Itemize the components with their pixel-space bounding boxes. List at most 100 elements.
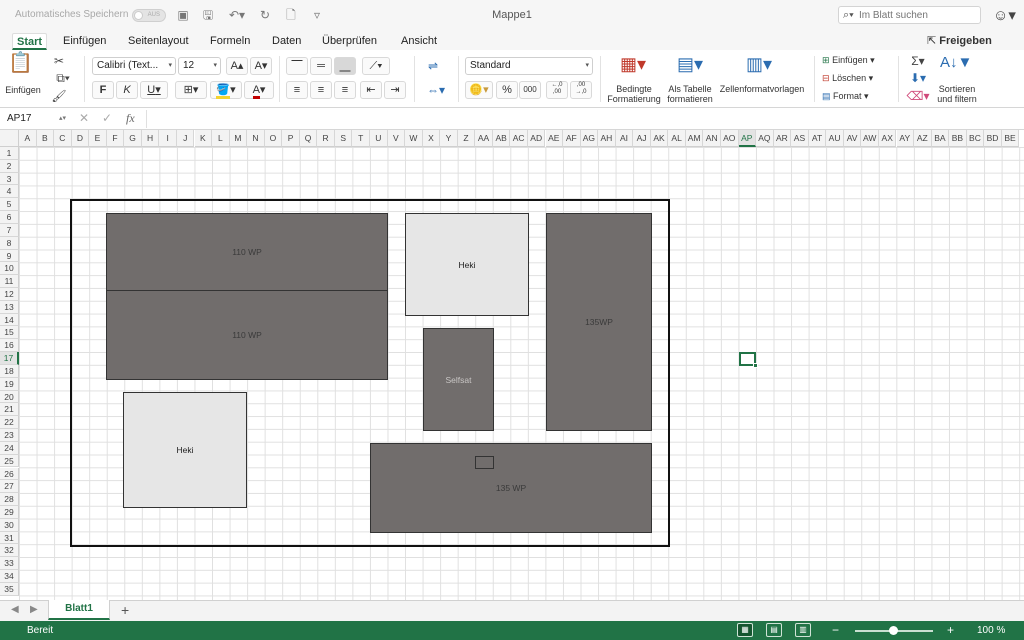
- search-box[interactable]: ⌕▾: [838, 6, 981, 24]
- sort-filter-icon[interactable]: A↓▼: [940, 55, 972, 79]
- align-middle-button[interactable]: ═: [310, 57, 332, 75]
- percent-button[interactable]: %: [496, 81, 518, 99]
- increase-decimal-button[interactable]: ←,0 ,00: [546, 81, 568, 99]
- column-header[interactable]: BA: [931, 130, 950, 147]
- row-header[interactable]: 30: [0, 518, 19, 532]
- column-header[interactable]: B: [36, 130, 55, 147]
- row-header[interactable]: 31: [0, 531, 19, 545]
- column-header[interactable]: AT: [808, 130, 827, 147]
- column-header[interactable]: N: [247, 130, 265, 147]
- heki-skylight-top[interactable]: Heki: [405, 213, 529, 316]
- next-sheet-icon[interactable]: ▶: [30, 604, 38, 615]
- align-top-button[interactable]: ⎺: [286, 57, 308, 75]
- column-header[interactable]: W: [405, 130, 423, 147]
- sort-filter-button[interactable]: Sortieren und filtern: [930, 84, 984, 104]
- column-header[interactable]: AP: [738, 130, 757, 147]
- row-header[interactable]: 2: [0, 159, 19, 173]
- merge-center-icon[interactable]: ⇔▾: [422, 82, 450, 98]
- row-header[interactable]: 27: [0, 480, 19, 494]
- row-header[interactable]: 21: [0, 403, 19, 417]
- column-header[interactable]: AI: [615, 130, 634, 147]
- row-header[interactable]: 6: [0, 211, 19, 224]
- row-header[interactable]: 3: [0, 172, 19, 186]
- column-header[interactable]: AL: [668, 130, 686, 147]
- normal-view-icon[interactable]: ▦: [737, 623, 753, 637]
- orientation-button[interactable]: ⟋▾: [362, 57, 390, 75]
- align-center-button[interactable]: ≡: [310, 81, 332, 99]
- share-button[interactable]: ⇱ Freigeben: [927, 34, 992, 47]
- row-header[interactable]: 22: [0, 416, 19, 430]
- column-header[interactable]: AE: [545, 130, 564, 147]
- column-header[interactable]: AX: [878, 130, 897, 147]
- tab-daten[interactable]: Daten: [268, 33, 305, 50]
- name-box[interactable]: AP17 ▴▾: [4, 111, 68, 127]
- column-header[interactable]: AU: [826, 130, 844, 147]
- zoom-level[interactable]: 100 %: [977, 625, 1005, 636]
- column-header[interactable]: AN: [703, 130, 721, 147]
- row-header[interactable]: 15: [0, 326, 19, 340]
- column-header[interactable]: P: [282, 130, 300, 147]
- row-header[interactable]: 33: [0, 557, 19, 571]
- cell-styles-button[interactable]: Zellenformatvorlagen: [716, 84, 808, 94]
- row-header[interactable]: 12: [0, 288, 19, 301]
- column-header[interactable]: R: [317, 130, 335, 147]
- column-header[interactable]: M: [229, 130, 248, 147]
- underline-button[interactable]: U▾: [140, 81, 168, 99]
- prev-sheet-icon[interactable]: ◀: [11, 604, 19, 615]
- column-header[interactable]: Z: [457, 130, 476, 147]
- row-header[interactable]: 23: [0, 429, 19, 442]
- fill-handle[interactable]: [753, 362, 759, 368]
- column-header[interactable]: AA: [475, 130, 493, 147]
- decrease-indent-button[interactable]: ⇤: [360, 81, 382, 99]
- row-header[interactable]: 5: [0, 198, 19, 212]
- sidebar-panel-icon[interactable]: ▣: [176, 8, 190, 22]
- column-header[interactable]: Y: [440, 130, 458, 147]
- column-header[interactable]: AJ: [633, 130, 651, 147]
- row-header[interactable]: 28: [0, 493, 19, 506]
- column-header[interactable]: AM: [685, 130, 704, 147]
- row-header[interactable]: 16: [0, 339, 19, 353]
- confirm-icon[interactable]: ✓: [102, 111, 112, 125]
- sheet-tab-blatt1[interactable]: Blatt1: [48, 600, 110, 620]
- zoom-slider-knob[interactable]: [889, 626, 898, 635]
- column-header[interactable]: AK: [650, 130, 669, 147]
- row-header[interactable]: 24: [0, 441, 19, 455]
- align-bottom-button[interactable]: ⎽: [334, 57, 356, 75]
- row-header[interactable]: 18: [0, 364, 19, 378]
- tab-formeln[interactable]: Formeln: [206, 33, 254, 50]
- decrease-decimal-button[interactable]: ,00 →,0: [570, 81, 592, 99]
- borders-button[interactable]: ⊞▾: [175, 81, 207, 99]
- insert-cells-button[interactable]: ⊞ Einfügen ▾: [822, 55, 892, 65]
- row-header[interactable]: 35: [0, 582, 19, 596]
- tab-seitenlayout[interactable]: Seitenlayout: [124, 33, 193, 50]
- font-color-button[interactable]: A▾: [244, 81, 274, 99]
- copy-icon[interactable]: ⧉▾: [51, 70, 75, 86]
- font-name-select[interactable]: Calibri (Text... ▾: [92, 57, 176, 75]
- row-header[interactable]: 10: [0, 262, 19, 276]
- bold-button[interactable]: F: [92, 81, 114, 99]
- paste-icon[interactable]: 📋: [8, 53, 33, 83]
- fill-color-button[interactable]: 🪣▾: [210, 81, 242, 99]
- decrease-font-size-button[interactable]: A▾: [250, 57, 272, 75]
- selected-cell[interactable]: [738, 352, 759, 368]
- solar-panel-110wp-bottom[interactable]: 110 WP: [106, 290, 388, 380]
- row-header[interactable]: 25: [0, 454, 19, 468]
- fill-icon[interactable]: ⬇▾: [905, 70, 931, 86]
- column-header[interactable]: AO: [721, 130, 739, 147]
- column-header[interactable]: AY: [896, 130, 915, 147]
- search-input[interactable]: [859, 8, 977, 22]
- column-header[interactable]: BB: [949, 130, 967, 147]
- page-layout-view-icon[interactable]: ▤: [766, 623, 782, 637]
- column-header[interactable]: E: [89, 130, 107, 147]
- format-painter-icon[interactable]: 🖌: [51, 88, 67, 104]
- row-header[interactable]: 20: [0, 390, 19, 404]
- row-header[interactable]: 9: [0, 249, 19, 263]
- align-left-button[interactable]: ≡: [286, 81, 308, 99]
- cut-icon[interactable]: ✂: [51, 53, 67, 69]
- small-rectangle[interactable]: [475, 456, 494, 469]
- column-header[interactable]: H: [141, 130, 160, 147]
- row-header[interactable]: 14: [0, 313, 19, 327]
- column-header[interactable]: V: [387, 130, 406, 147]
- customize-toolbar-icon[interactable]: ▿: [310, 8, 324, 22]
- column-header[interactable]: C: [54, 130, 72, 147]
